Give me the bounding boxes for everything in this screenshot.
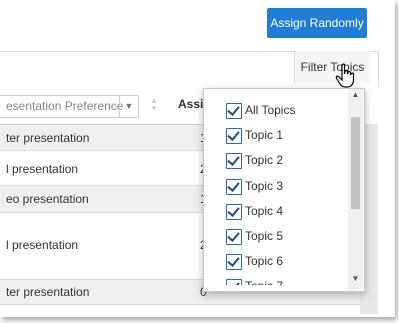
option-label: Topic 5: [245, 229, 284, 243]
option-label: Topic 4: [245, 204, 284, 218]
dropdown-clip: [204, 285, 349, 291]
checkbox-checked-icon[interactable]: [226, 229, 242, 245]
assign-randomly-button[interactable]: Assign Randomly: [267, 8, 367, 38]
app-frame: Assign Randomly Filter Topics esentation…: [0, 0, 395, 317]
option-label: All Topics: [245, 103, 296, 117]
hand-pointer-icon: [335, 63, 355, 88]
presentation-preference-value: esentation Preference: [6, 99, 124, 113]
row-pref: ter presentation: [6, 131, 90, 145]
checkbox-checked-icon[interactable]: [226, 103, 242, 119]
row-pref: l presentation: [6, 238, 79, 252]
dropdown-scrollbar[interactable]: ▲ ▼: [348, 89, 363, 289]
row-pref: ter presentation: [6, 285, 90, 299]
checkbox-checked-icon[interactable]: [226, 128, 242, 144]
option-label: Topic 6: [245, 254, 284, 268]
filter-topics-dropdown: All Topics Topic 1 Topic 2 Topic 3 Topic…: [203, 88, 365, 292]
caret-down-icon: ▼: [119, 96, 138, 117]
scroll-down-icon[interactable]: ▼: [348, 273, 363, 285]
option-label: Topic 1: [245, 128, 284, 142]
filter-topics-button[interactable]: Filter Topics: [294, 51, 370, 83]
row-pref: eo presentation: [6, 192, 89, 206]
scroll-up-icon[interactable]: ▲: [348, 89, 363, 101]
option-label: Topic 3: [245, 179, 284, 193]
checkbox-checked-icon[interactable]: [226, 179, 242, 195]
checkbox-checked-icon[interactable]: [226, 254, 242, 270]
row-pref: l presentation: [6, 162, 79, 176]
checkbox-checked-icon[interactable]: [226, 153, 242, 169]
sort-icon[interactable]: ▲ ▼: [150, 97, 158, 113]
presentation-preference-select[interactable]: esentation Preference ▼: [0, 95, 139, 118]
option-label: Topic 2: [245, 153, 284, 167]
scrollbar-thumb[interactable]: [351, 117, 360, 209]
checkbox-checked-icon[interactable]: [226, 204, 242, 220]
